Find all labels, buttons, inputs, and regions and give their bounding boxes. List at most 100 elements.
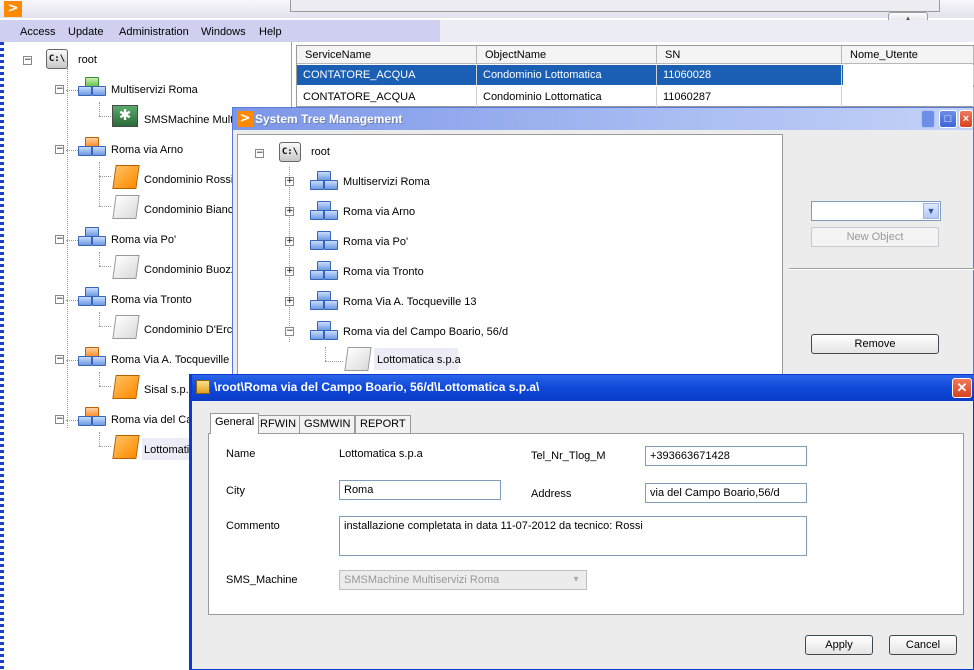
tree-node-label[interactable]: Roma via Arno xyxy=(343,206,415,218)
tree-line xyxy=(99,162,100,206)
tree-root-label[interactable]: root xyxy=(311,146,330,158)
table-cell: Condominio Lottomatica xyxy=(477,65,657,85)
comment-textarea[interactable]: installazione completata in data 11-07-2… xyxy=(339,516,807,556)
services-grid[interactable]: ServiceName ObjectName SN Nome_Utente CO… xyxy=(296,45,974,107)
node-expand-toggle[interactable]: + xyxy=(285,297,294,306)
tree-node-label[interactable]: Roma via del Cam xyxy=(111,414,201,426)
menu-help[interactable]: Help xyxy=(259,26,282,38)
network-icon xyxy=(78,227,106,249)
tree-node-label[interactable]: Roma via Po' xyxy=(111,234,176,246)
tree-leaf-label-selected[interactable]: Lottomatic xyxy=(144,444,195,456)
tree-leaf-label[interactable]: Condominio Buozzi xyxy=(144,264,239,276)
node-toggle[interactable]: − xyxy=(55,295,64,304)
tree-node-label[interactable]: Roma via Arno xyxy=(111,144,183,156)
network-icon xyxy=(310,321,338,343)
tree-line xyxy=(325,361,343,362)
tel-field[interactable]: +393663671428 xyxy=(645,446,807,466)
object-icon xyxy=(112,195,140,219)
menu-windows[interactable]: Windows xyxy=(201,26,246,38)
tree-leaf-label[interactable]: Condominio Rossi xyxy=(144,174,233,186)
menu-administration[interactable]: Administration xyxy=(119,26,189,38)
window-icon xyxy=(196,380,210,394)
node-toggle[interactable]: − xyxy=(55,85,64,94)
menu-update[interactable]: Update xyxy=(68,26,103,38)
tree-leaf-label-selected[interactable]: Lottomatica s.p.a xyxy=(377,354,461,366)
tree-leaf-label[interactable]: Condominio Bianchi xyxy=(144,204,242,216)
root-collapse-toggle[interactable]: − xyxy=(23,56,32,65)
tree-leaf-label[interactable]: Sisal s.p.a xyxy=(144,384,195,396)
apply-button[interactable]: Apply xyxy=(805,635,873,655)
column-header[interactable]: ServiceName xyxy=(297,46,477,64)
tab-rfwin[interactable]: RFWIN xyxy=(255,415,302,433)
tree-line xyxy=(99,176,111,177)
node-expand-toggle[interactable]: + xyxy=(285,267,294,276)
column-header[interactable]: Nome_Utente xyxy=(842,46,974,64)
table-cell: 11060287 xyxy=(657,87,842,107)
menu-bar-filler xyxy=(440,20,974,42)
tree-node-label[interactable]: Roma via Po' xyxy=(343,236,408,248)
node-toggle[interactable]: − xyxy=(55,235,64,244)
object-icon xyxy=(112,255,140,279)
tree-leaf-label[interactable]: Condominio D'Ercol xyxy=(144,324,241,336)
tree-node-label[interactable]: Roma via Tronto xyxy=(111,294,192,306)
tree-node-label[interactable]: Multiservizi Roma xyxy=(343,176,430,188)
tree-node-label[interactable]: Roma Via A. Tocqueville 13 xyxy=(343,296,477,308)
tree-line xyxy=(66,360,78,361)
tree-line xyxy=(99,312,100,326)
node-toggle[interactable]: − xyxy=(55,145,64,154)
dialog-title-bar[interactable]: \root\Roma via del Campo Boario, 56/d\Lo… xyxy=(192,375,974,401)
new-object-button[interactable]: New Object xyxy=(811,227,939,247)
tree-node-label[interactable]: Roma Via A. Tocqueville 13 xyxy=(111,354,245,366)
app-logo-icon: > xyxy=(4,1,22,17)
tree-node-label[interactable]: Multiservizi Roma xyxy=(111,84,198,96)
drive-icon: C:\ xyxy=(279,142,301,162)
node-expand-toggle[interactable]: + xyxy=(285,207,294,216)
minimize-button[interactable] xyxy=(921,110,935,128)
tree-node-label[interactable]: Roma via del Campo Boario, 56/d xyxy=(343,326,508,338)
address-field[interactable]: via del Campo Boario,56/d xyxy=(645,483,807,503)
sms-machine-select: SMSMachine Multiservizi Roma ▾ xyxy=(339,570,587,590)
tree-root-label[interactable]: root xyxy=(78,54,97,66)
remove-button[interactable]: Remove xyxy=(811,334,939,354)
node-toggle[interactable]: − xyxy=(55,355,64,364)
system-tree-management-window: > System Tree Management □ × − C:\ root … xyxy=(232,107,974,377)
general-tab-panel: Name Lottomatica s.p.a Tel_Nr_Tlog_M +39… xyxy=(208,433,964,615)
toolbar-strip xyxy=(290,0,940,12)
tree-leaf-label[interactable]: SMSMachine Multis xyxy=(144,114,241,126)
chevron-down-icon[interactable]: ▼ xyxy=(923,203,939,219)
close-button[interactable]: ✕ xyxy=(952,378,972,398)
tree-line xyxy=(325,347,326,361)
sms-machine-icon: ✱ xyxy=(112,105,138,127)
network-icon xyxy=(310,171,338,193)
maximize-button[interactable]: □ xyxy=(939,110,957,128)
root-collapse-toggle[interactable]: − xyxy=(255,149,264,158)
object-properties-dialog: \root\Roma via del Campo Boario, 56/d\Lo… xyxy=(189,374,974,670)
table-cell: CONTATORE_ACQUA xyxy=(297,65,477,85)
cancel-button[interactable]: Cancel xyxy=(889,635,957,655)
close-button[interactable]: × xyxy=(959,110,973,128)
network-icon xyxy=(78,347,106,369)
tab-report[interactable]: REPORT xyxy=(355,415,411,433)
tree-line xyxy=(99,326,111,327)
node-expand-toggle[interactable]: + xyxy=(285,177,294,186)
table-cell xyxy=(842,87,974,107)
node-toggle[interactable]: − xyxy=(55,415,64,424)
stm-title-bar[interactable]: > System Tree Management □ × xyxy=(233,108,973,130)
column-header[interactable]: ObjectName xyxy=(477,46,657,64)
stm-tree-view[interactable]: − C:\ root + Multiservizi Roma + Roma vi… xyxy=(237,134,783,376)
tree-node-label[interactable]: Roma via Tronto xyxy=(343,266,424,278)
city-field[interactable]: Roma xyxy=(339,480,501,500)
column-header[interactable]: SN xyxy=(657,46,842,64)
stm-title: System Tree Management xyxy=(255,112,403,126)
object-type-select[interactable]: ▼ xyxy=(811,201,941,221)
tree-line xyxy=(66,150,78,151)
node-expand-toggle[interactable]: + xyxy=(285,237,294,246)
tab-gsmwin[interactable]: GSMWIN xyxy=(299,415,356,433)
network-icon xyxy=(310,231,338,253)
tab-general[interactable]: General xyxy=(210,413,260,434)
object-icon xyxy=(112,375,140,399)
name-label: Name xyxy=(226,448,256,460)
menu-access[interactable]: Access xyxy=(20,26,55,38)
node-collapse-toggle[interactable]: − xyxy=(285,327,294,336)
network-icon xyxy=(78,137,106,159)
